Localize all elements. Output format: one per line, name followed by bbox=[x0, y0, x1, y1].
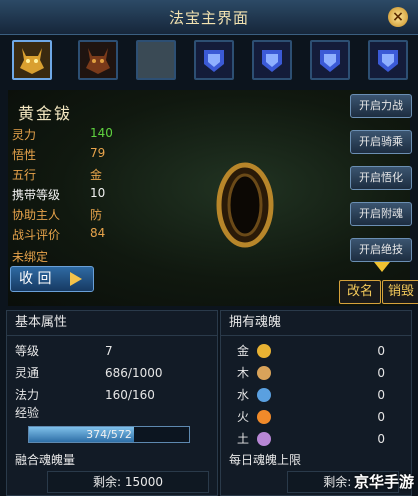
open-enlighten-button[interactable]: 开启悟化 bbox=[350, 166, 412, 190]
slot-5[interactable] bbox=[252, 40, 292, 80]
slot-7[interactable] bbox=[368, 40, 408, 80]
basic-attributes-panel: 基本属性 等级 7 灵通 686/1000 法力 160/160 经验 融合魂魄量 剩… bbox=[6, 310, 218, 496]
open-power-button[interactable]: 开启力战 bbox=[350, 94, 412, 118]
souls-header: 拥有魂魄 bbox=[221, 311, 411, 336]
slot-1[interactable] bbox=[12, 40, 52, 80]
dark-beast-head-icon bbox=[80, 42, 116, 78]
bind-status: 未绑定 bbox=[12, 250, 49, 264]
arrow-right-icon bbox=[70, 272, 82, 286]
blue-armor-icon bbox=[254, 42, 290, 78]
exp-bar: 374/572 bbox=[28, 426, 190, 443]
fusion-remaining: 剩余: 15000 bbox=[47, 471, 209, 493]
attr-row: 战斗评价 84 bbox=[12, 226, 106, 242]
slot-3-empty[interactable] bbox=[136, 40, 176, 80]
attr-row: 携带等级 10 bbox=[12, 186, 106, 202]
attr-row: 五行金 bbox=[12, 168, 103, 182]
open-ride-button[interactable]: 开启骑乘 bbox=[350, 130, 412, 154]
daily-row: 每日魂魄上限 剩余: 1 bbox=[221, 449, 411, 493]
slot-2[interactable] bbox=[78, 40, 118, 80]
rename-button[interactable]: 改名 bbox=[339, 280, 381, 304]
basic-row: 灵通 686/1000 bbox=[15, 366, 163, 380]
blue-armor-icon bbox=[312, 42, 348, 78]
soul-row-fire: 火0 bbox=[237, 410, 385, 424]
water-soul-icon bbox=[257, 388, 271, 402]
wood-soul-icon bbox=[257, 366, 271, 380]
basic-attributes-header: 基本属性 bbox=[7, 311, 217, 336]
open-soul-attach-button[interactable]: 开启附魂 bbox=[350, 202, 412, 226]
basic-row: 等级 7 bbox=[15, 344, 113, 358]
basic-row: 法力 160/160 bbox=[15, 388, 155, 402]
soul-row-earth: 土0 bbox=[237, 432, 385, 446]
window-title: 法宝主界面 bbox=[168, 9, 249, 27]
daily-label: 每日魂魄上限 bbox=[229, 453, 302, 467]
exp-text: 374/572 bbox=[86, 428, 132, 441]
blue-armor-icon bbox=[196, 42, 232, 78]
attr-row: 协助主人防 bbox=[12, 208, 103, 222]
watermark-text: 京华手游 bbox=[353, 473, 414, 491]
exp-label: 经验 bbox=[15, 406, 40, 420]
fusion-row: 融合魂魄量 剩余: 15000 bbox=[7, 449, 217, 493]
blue-armor-icon bbox=[370, 42, 406, 78]
soul-row-wood: 木0 bbox=[237, 366, 385, 380]
treasure-window: 法宝主界面 × 黄金钹 灵力 140 悟性 79 五行 金 携带等级 10 协助… bbox=[0, 0, 418, 496]
fire-soul-icon bbox=[257, 410, 271, 424]
soul-row-metal: 金0 bbox=[237, 344, 385, 358]
attr-row: 灵力 140 bbox=[12, 126, 113, 142]
slot-6[interactable] bbox=[310, 40, 350, 80]
close-icon[interactable]: × bbox=[388, 7, 408, 27]
golden-beast-head-icon bbox=[14, 42, 50, 78]
soul-row-water: 水0 bbox=[237, 388, 385, 402]
metal-soul-icon bbox=[257, 344, 271, 358]
treasure-slots bbox=[12, 40, 412, 88]
destroy-button[interactable]: 销毁 bbox=[382, 280, 418, 304]
attr-row: 悟性 79 bbox=[12, 146, 106, 162]
souls-panel: 拥有魂魄 金0 木0 水0 火0 土0 每日魂魄上限 剩余: 1 bbox=[220, 310, 412, 496]
treasure-model-image bbox=[216, 162, 274, 248]
scroll-down-icon[interactable] bbox=[374, 262, 390, 272]
open-skill-button[interactable]: 开启绝技 bbox=[350, 238, 412, 262]
title-bar: 法宝主界面 × bbox=[0, 0, 418, 35]
slot-4[interactable] bbox=[194, 40, 234, 80]
earth-soul-icon bbox=[257, 432, 271, 446]
item-name: 黄金钹 bbox=[18, 104, 73, 123]
fusion-label: 融合魂魄量 bbox=[15, 453, 76, 467]
